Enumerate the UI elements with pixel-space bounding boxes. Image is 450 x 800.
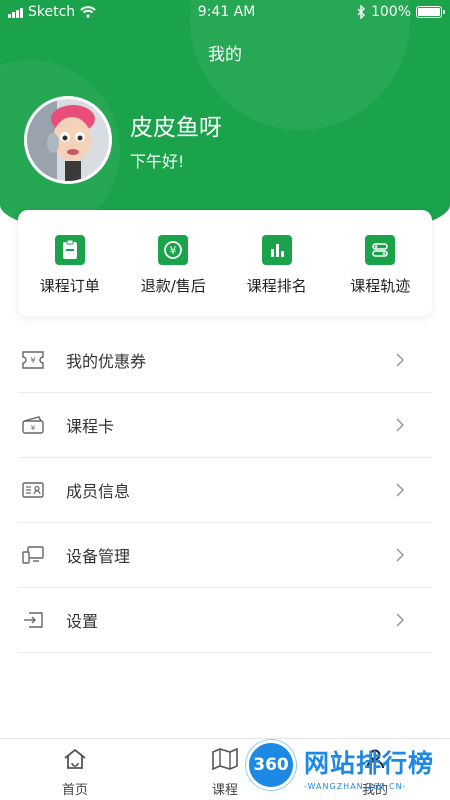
chevron-right-icon: [390, 350, 410, 370]
page-title: 我的: [208, 45, 242, 65]
quick-action-label: 课程轨迹: [350, 277, 411, 295]
tab-label: 课程: [211, 783, 238, 798]
chevron-right-icon: [390, 610, 410, 630]
svg-text:¥: ¥: [31, 424, 36, 432]
quick-action-track[interactable]: 课程轨迹: [329, 210, 433, 316]
quick-action-label: 退款/售后: [140, 277, 206, 295]
profile-name: 皮皮鱼呀: [130, 115, 222, 141]
device-icon: [20, 542, 46, 568]
course-card-icon: ¥: [20, 412, 46, 438]
order-icon: [54, 235, 85, 265]
quick-action-course-orders[interactable]: 课程订单: [18, 210, 122, 316]
quick-actions-card: 课程订单 ¥ 退款/售后 课程排名 课程轨迹: [18, 210, 432, 316]
quick-action-label: 课程订单: [39, 277, 100, 295]
tab-label: 我的: [361, 783, 388, 798]
bluetooth-icon: [357, 5, 365, 19]
tab-home[interactable]: 首页: [0, 739, 150, 800]
profile-icon: [361, 745, 389, 773]
member-card-icon: [20, 477, 46, 503]
menu-item-label: 我的优惠券: [66, 352, 147, 371]
ranking-icon: [261, 235, 292, 265]
coupon-icon: ¥: [20, 347, 46, 373]
avatar-image: [27, 99, 109, 181]
status-bar: Sketch 9:41 AM 100%: [0, 0, 450, 24]
battery-percent: 100%: [370, 4, 411, 20]
profile-greeting: 下午好!: [130, 152, 185, 171]
menu-item-device-management[interactable]: 设备管理: [18, 523, 432, 588]
chevron-right-icon: [390, 545, 410, 565]
map-icon: [211, 745, 239, 773]
bottom-tab-bar: 首页 课程 我的: [0, 738, 450, 800]
menu-item-label: 设置: [66, 612, 99, 631]
home-icon: [61, 745, 89, 773]
chevron-right-icon: [390, 415, 410, 435]
menu-item-label: 成员信息: [66, 482, 131, 501]
menu-item-settings[interactable]: 设置: [18, 588, 432, 653]
quick-action-refund[interactable]: ¥ 退款/售后: [122, 210, 226, 316]
signal-icon: [8, 7, 23, 18]
menu-item-coupons[interactable]: ¥ 我的优惠券: [18, 328, 432, 393]
menu-item-course-card[interactable]: ¥ 课程卡: [18, 393, 432, 458]
svg-text:¥: ¥: [170, 244, 177, 257]
menu-item-member-info[interactable]: 成员信息: [18, 458, 432, 523]
tab-label: 首页: [61, 783, 88, 798]
quick-action-label: 课程排名: [246, 277, 307, 295]
tab-courses[interactable]: 课程: [150, 739, 300, 800]
svg-text:¥: ¥: [30, 356, 35, 365]
track-icon: [365, 235, 396, 265]
carrier-label: Sketch: [28, 4, 76, 20]
wifi-icon: [80, 6, 96, 18]
avatar[interactable]: [24, 96, 112, 184]
tab-profile[interactable]: 我的: [300, 739, 450, 800]
refund-icon: ¥: [158, 235, 189, 265]
quick-action-ranking[interactable]: 课程排名: [225, 210, 329, 316]
chevron-right-icon: [390, 480, 410, 500]
menu-item-label: 课程卡: [66, 417, 115, 436]
settings-icon: [20, 607, 46, 633]
menu-list: ¥ 我的优惠券 ¥ 课程卡 成员信息 设备管理 设置: [18, 328, 432, 653]
battery-icon: [416, 6, 445, 18]
status-time: 9:41 AM: [197, 4, 256, 20]
menu-item-label: 设备管理: [66, 547, 131, 566]
